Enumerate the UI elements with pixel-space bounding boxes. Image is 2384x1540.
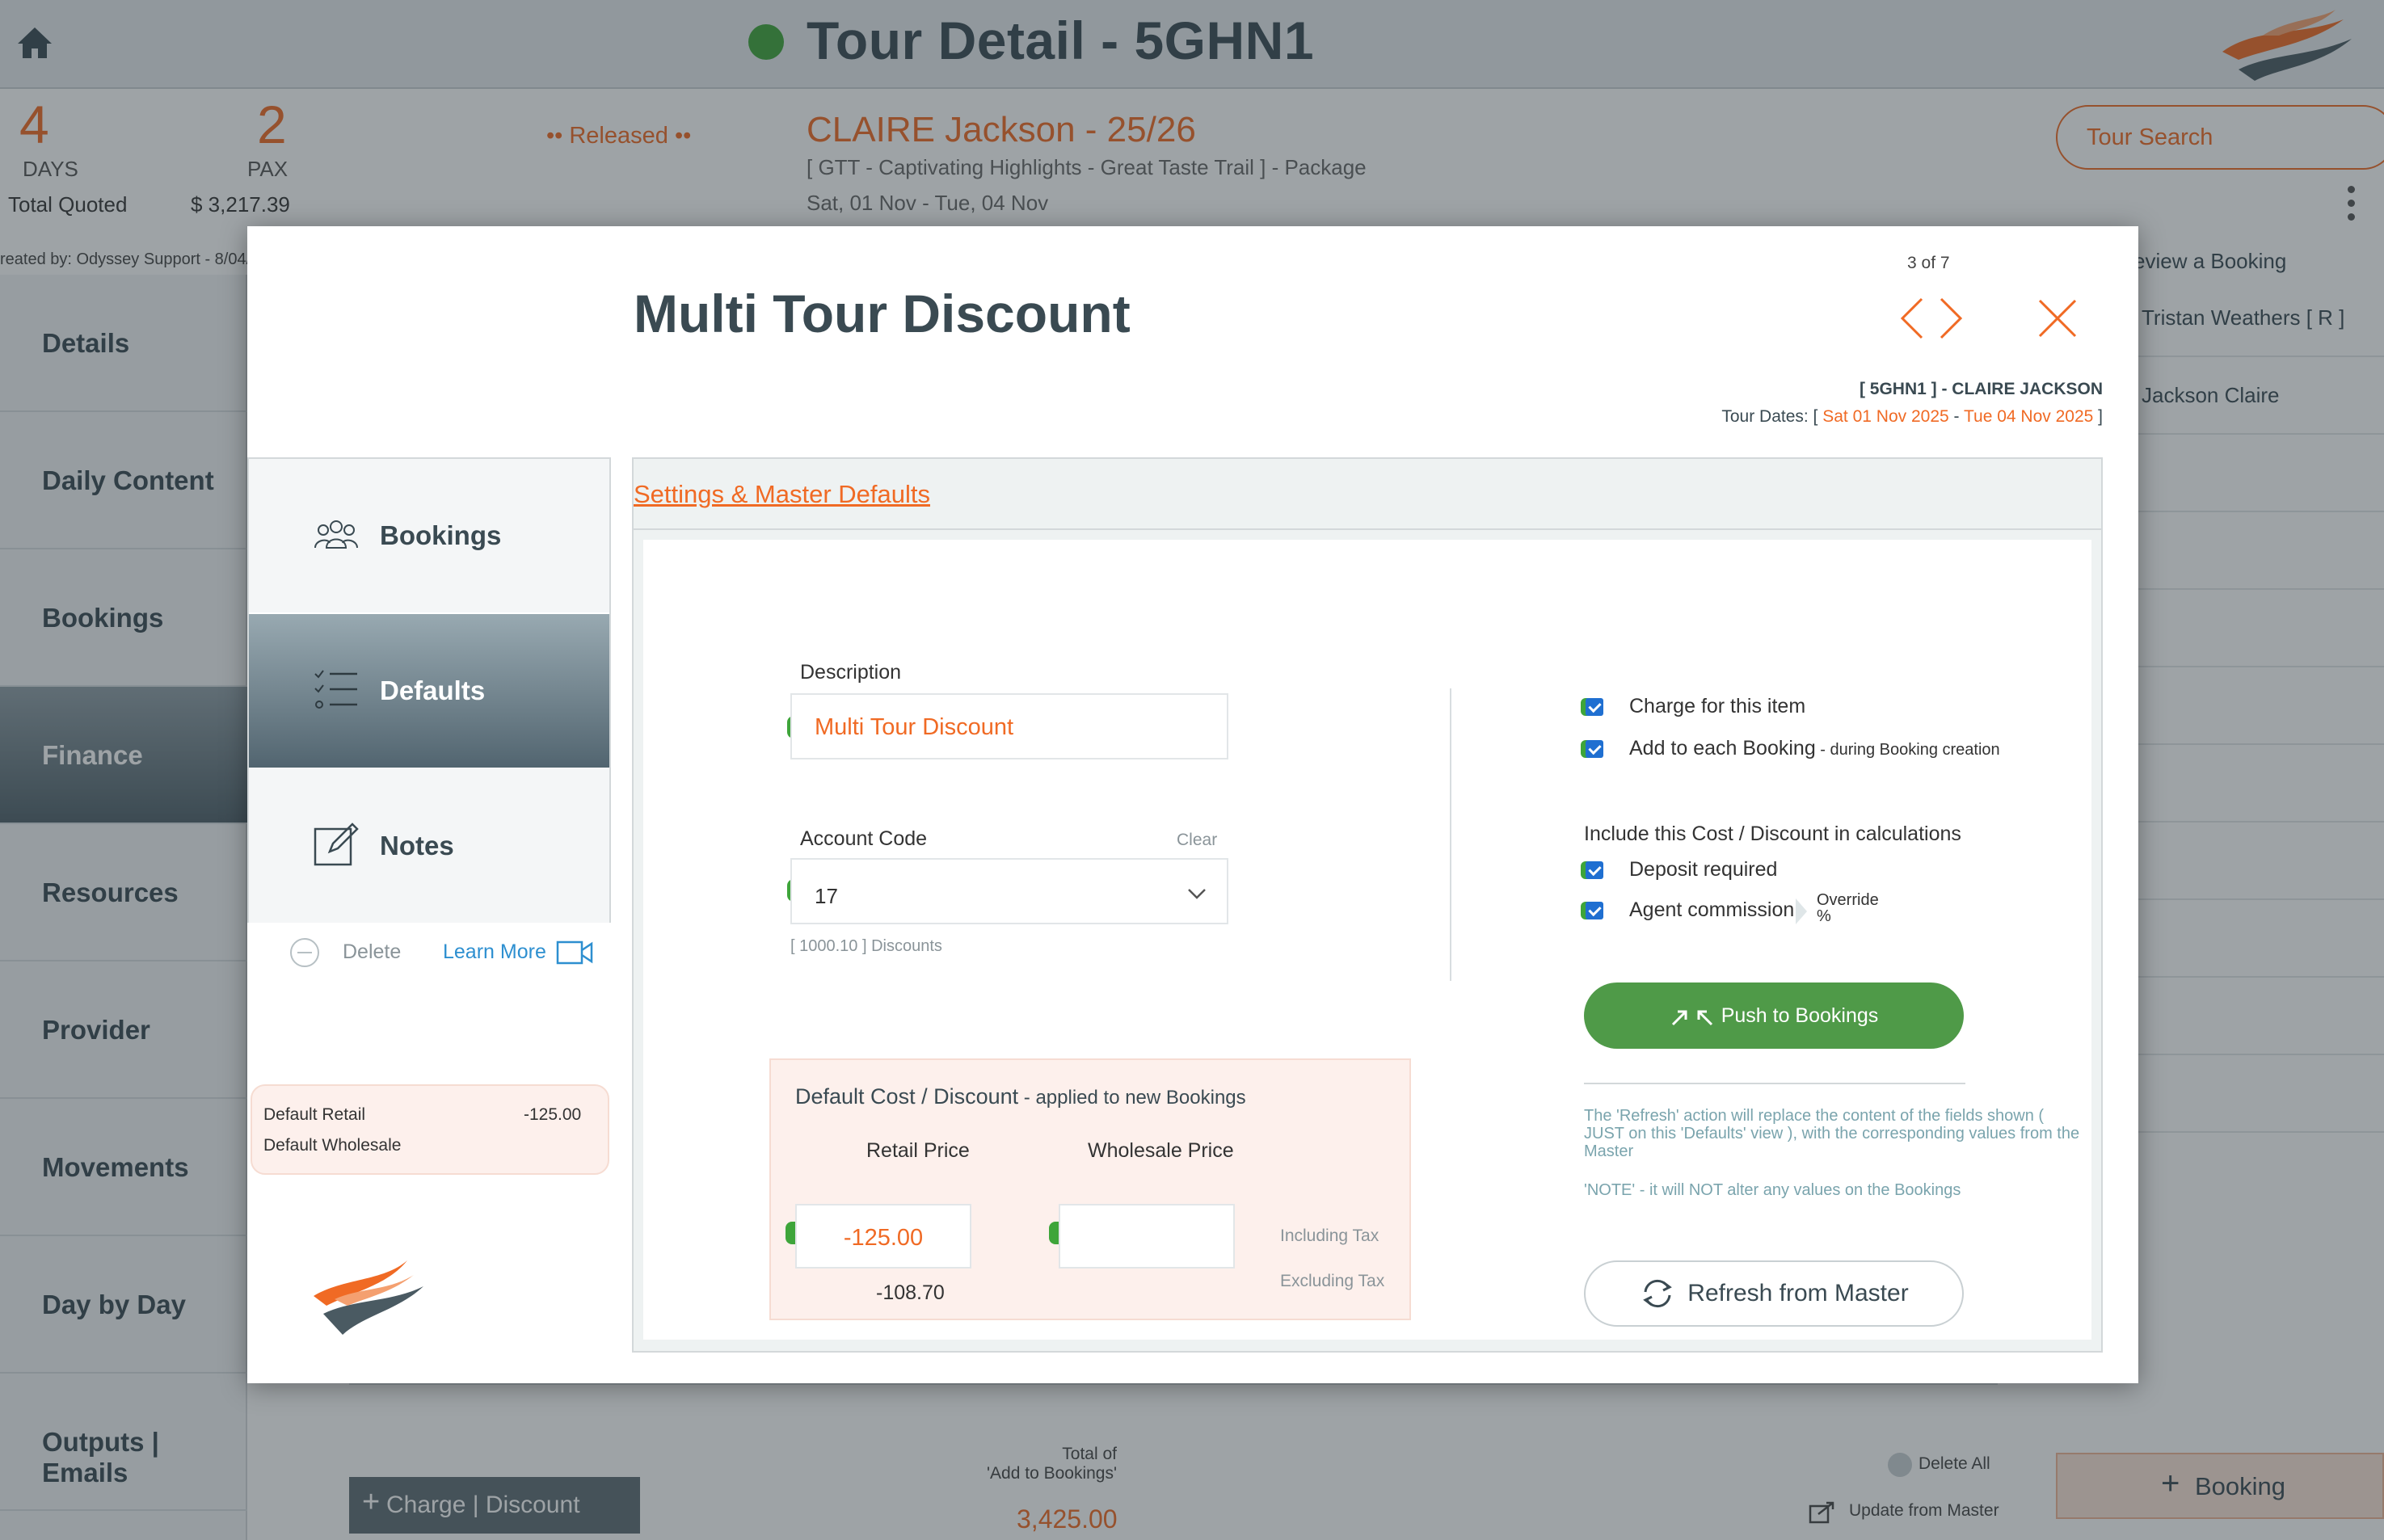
refresh-from-master-button[interactable]: Refresh from Master xyxy=(1584,1260,1964,1327)
agent-commission-checkbox[interactable] xyxy=(1586,902,1603,919)
company-logo xyxy=(314,1260,423,1335)
charge-item-label: Charge for this item xyxy=(1629,695,1806,717)
date-end: Tue 04 Nov 2025 xyxy=(1963,407,2094,426)
modal-title: Multi Tour Discount xyxy=(634,284,1131,343)
push-arrows-icon xyxy=(1671,1010,1712,1026)
refresh-note: The 'Refresh' action will replace the co… xyxy=(1584,1107,2080,1160)
deposit-required-checkbox[interactable] xyxy=(1586,861,1603,879)
default-retail-value: -125.00 xyxy=(524,1105,582,1124)
default-cost-box: Default Cost / Discount - applied to new… xyxy=(769,1058,1411,1320)
dates-suffix: ] xyxy=(2093,407,2103,426)
delete-icon[interactable] xyxy=(289,937,320,968)
push-to-bookings-button[interactable]: Push to Bookings xyxy=(1584,982,1964,1049)
add-each-text: Add to each Booking xyxy=(1629,737,1816,759)
retail-price-input[interactable]: -125.00 xyxy=(795,1204,971,1269)
account-hint: [ 1000.10 ] Discounts xyxy=(790,937,942,955)
settings-form: Description Multi Tour Discount Account … xyxy=(643,540,2091,1340)
edit-note-icon xyxy=(314,823,359,866)
refresh-label: Refresh from Master xyxy=(1687,1280,1909,1306)
agent-commission-label: Agent commission xyxy=(1629,898,1795,921)
tab-bookings[interactable]: Bookings xyxy=(249,459,609,612)
override-label: Override xyxy=(1817,891,1879,909)
modal-tour-dates: Tour Dates: [ Sat 01 Nov 2025 - Tue 04 N… xyxy=(1721,407,2103,427)
default-price-summary: Default Retail -125.00 Default Wholesale xyxy=(251,1084,609,1175)
cost-heading-text: Default Cost / Discount xyxy=(795,1084,1019,1109)
vertical-divider xyxy=(1450,688,1451,981)
group-icon xyxy=(314,520,358,549)
wholesale-price-input[interactable] xyxy=(1059,1204,1235,1269)
default-retail-label: Default Retail xyxy=(263,1105,366,1124)
description-input[interactable]: Multi Tour Discount xyxy=(790,693,1228,759)
including-tax-label: Including Tax xyxy=(1280,1227,1379,1245)
checklist-icon xyxy=(314,670,357,709)
learn-more-link[interactable]: Learn More xyxy=(443,940,546,964)
modal-tabs: Bookings Defaults Notes xyxy=(247,457,611,923)
close-icon[interactable] xyxy=(2033,294,2082,343)
description-label: Description xyxy=(800,661,902,684)
cost-subheading: - applied to new Bookings xyxy=(1018,1087,1246,1109)
excluding-tax-label: Excluding Tax xyxy=(1280,1272,1385,1290)
wholesale-price-label: Wholesale Price xyxy=(1088,1139,1234,1162)
chevron-left-icon[interactable] xyxy=(1896,294,1928,343)
tab-notes[interactable]: Notes xyxy=(249,769,609,923)
tab-label: Bookings xyxy=(380,520,502,550)
clear-account-link[interactable]: Clear xyxy=(1177,831,1217,850)
video-icon[interactable] xyxy=(556,939,593,966)
cost-heading: Default Cost / Discount - applied to new… xyxy=(795,1084,1246,1109)
push-label: Push to Bookings xyxy=(1721,1004,1879,1027)
tab-defaults[interactable]: Defaults xyxy=(249,614,609,768)
chevron-right-icon[interactable] xyxy=(1935,294,1967,343)
tour-reference: [ 5GHN1 ] - CLAIRE JACKSON xyxy=(1859,380,2103,398)
override-percent-label: % xyxy=(1817,907,1831,925)
deposit-required-label: Deposit required xyxy=(1629,858,1778,881)
chevron-right-icon[interactable] xyxy=(1792,895,1810,928)
charge-item-checkbox[interactable] xyxy=(1586,698,1603,716)
retail-excl-tax-value: -108.70 xyxy=(876,1281,945,1304)
divider xyxy=(634,528,2101,530)
add-each-booking-label: Add to each Booking - during Booking cre… xyxy=(1629,737,2000,760)
settings-heading-link[interactable]: Settings & Master Defaults xyxy=(634,480,930,509)
add-each-subtext: - during Booking creation xyxy=(1815,741,2000,759)
add-each-booking-checkbox[interactable] xyxy=(1586,740,1603,758)
override-percent-link[interactable]: Override % xyxy=(1817,892,1879,924)
date-start: Sat 01 Nov 2025 xyxy=(1822,407,1949,426)
page-indicator: 3 of 7 xyxy=(1907,254,1950,272)
account-code-select[interactable]: 17 xyxy=(790,858,1228,924)
include-calculations-label: Include this Cost / Discount in calculat… xyxy=(1584,823,1961,845)
settings-panel: Settings & Master Defaults Description M… xyxy=(632,457,2103,1353)
delete-button[interactable]: Delete xyxy=(343,940,401,964)
chevron-down-icon[interactable] xyxy=(1186,887,1207,900)
divider xyxy=(1584,1083,1965,1084)
account-code-label: Account Code xyxy=(800,827,928,850)
refresh-icon xyxy=(1643,1279,1673,1308)
multi-tour-discount-modal: Multi Tour Discount 3 of 7 [ 5GHN1 ] - C… xyxy=(247,226,2138,1383)
dates-prefix: Tour Dates: [ xyxy=(1721,407,1823,426)
refresh-note-warning: 'NOTE' - it will NOT alter any values on… xyxy=(1584,1181,1961,1199)
retail-price-label: Retail Price xyxy=(866,1139,970,1162)
default-wholesale-label: Default Wholesale xyxy=(263,1136,402,1155)
tab-label: Defaults xyxy=(380,675,486,705)
tab-label: Notes xyxy=(380,831,454,860)
date-separator: - xyxy=(1948,407,1964,426)
